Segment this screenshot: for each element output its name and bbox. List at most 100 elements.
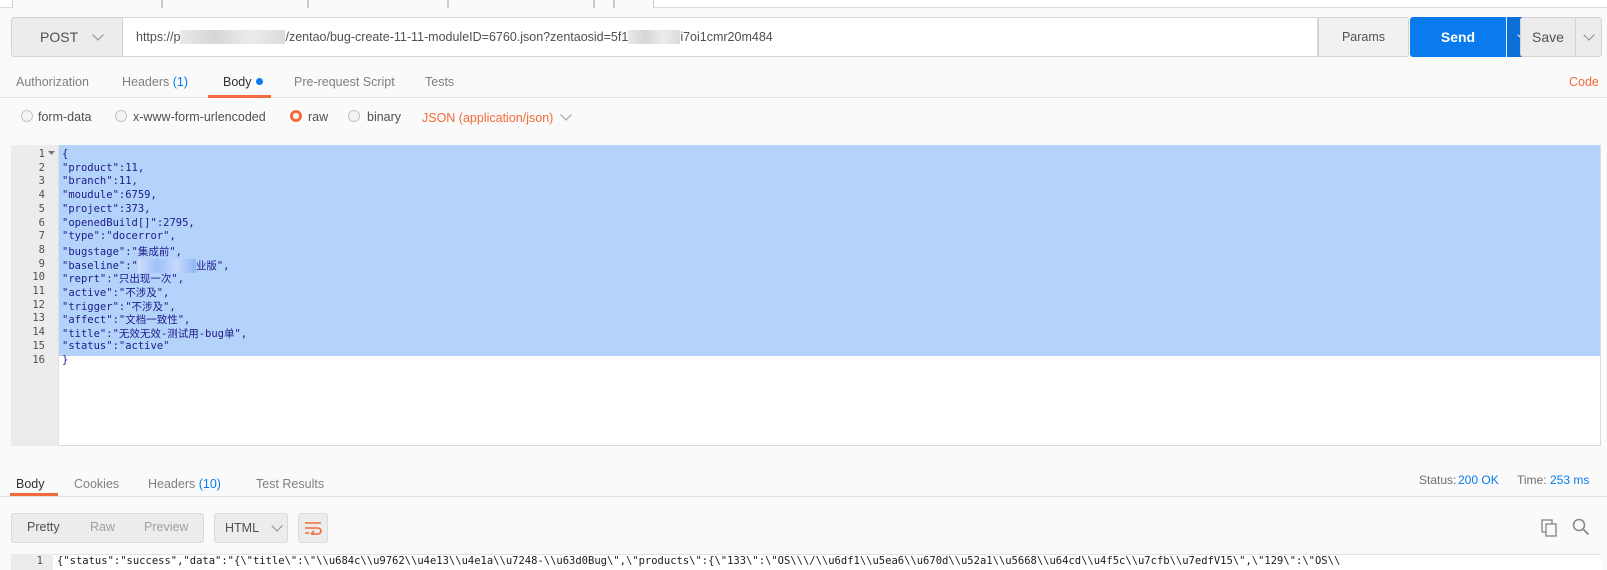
line-number: 2 [38, 161, 45, 174]
code-line: "type":"docerror", [62, 230, 176, 242]
request-tab[interactable] [448, 0, 594, 8]
code-line-text: "openedBuild[]":2795, [62, 216, 195, 229]
method-label: POST [40, 29, 79, 45]
response-tab-body[interactable]: Body [16, 477, 45, 491]
code-line: "branch":11, [62, 175, 138, 187]
tab-tests[interactable]: Tests [425, 75, 454, 89]
response-tab-cookies[interactable]: Cookies [74, 477, 119, 491]
response-line-number: 1 [36, 555, 43, 567]
time-value: 253 ms [1550, 473, 1590, 487]
chevron-down-icon [271, 519, 283, 532]
option-form-data-label[interactable]: form-data [38, 110, 92, 124]
headers-count: (1) [172, 75, 189, 89]
option-raw-label[interactable]: raw [308, 110, 328, 124]
send-button[interactable]: Send [1410, 17, 1506, 57]
method-select[interactable]: POST [11, 17, 123, 57]
raw-button[interactable]: Raw [90, 520, 115, 534]
response-headers-count: (10) [198, 477, 221, 491]
line-number: 4 [38, 189, 45, 202]
active-tab-indicator [208, 95, 271, 98]
code-line-text: "status":"active" [62, 339, 170, 352]
response-code-line: {"status":"success","data":"{\"title\":\… [57, 555, 1341, 567]
code-line: "status":"active" [62, 340, 169, 352]
code-line-text: "project":373, [62, 202, 151, 215]
code-line-text: "baseline":" [62, 259, 138, 272]
code-line: } [62, 354, 68, 366]
modified-dot-icon [255, 78, 263, 86]
tab-headers-label: Headers [122, 75, 170, 89]
time-label: Time: [1517, 473, 1547, 487]
url-text-end: i7oi1cmr20m484 [680, 30, 773, 44]
tab-authorization[interactable]: Authorization [16, 75, 89, 89]
wrap-lines-button[interactable] [298, 513, 328, 543]
code-link[interactable]: Code [1569, 75, 1599, 89]
code-line: "openedBuild[]":2795, [62, 217, 195, 229]
code-line-text: "product":11, [62, 161, 145, 174]
save-dropdown-button[interactable] [1576, 17, 1602, 57]
code-line: { [62, 148, 68, 160]
fold-arrow-icon[interactable] [48, 150, 55, 156]
code-line-text: "active":"不涉及", [62, 287, 170, 299]
tab-body-label: Body [223, 75, 252, 89]
line-number: 6 [38, 216, 45, 229]
line-number: 9 [38, 257, 45, 270]
option-binary-label[interactable]: binary [367, 110, 401, 124]
format-label: HTML [225, 521, 260, 535]
line-number: 7 [38, 230, 45, 243]
pretty-button[interactable]: Pretty [27, 520, 60, 534]
search-icon[interactable] [1572, 518, 1590, 536]
code-line-text: 业版", [195, 259, 230, 272]
line-number: 15 [32, 339, 45, 352]
radio-raw[interactable] [290, 110, 302, 122]
content-type-select[interactable]: JSON (application/json) [422, 111, 553, 125]
status-value: 200 OK [1458, 473, 1499, 487]
line-number: 10 [32, 271, 45, 284]
line-number: 16 [32, 353, 45, 366]
code-line-text: { [62, 148, 69, 160]
radio-urlencoded[interactable] [115, 110, 127, 122]
line-number: 5 [38, 202, 45, 215]
code-line-text: "moudule":6759, [62, 189, 157, 202]
code-line-text: "reprt":"只出现一次", [62, 273, 185, 286]
response-tab-test-results[interactable]: Test Results [256, 477, 324, 491]
request-tab[interactable] [308, 0, 448, 8]
new-tab-button[interactable] [594, 0, 614, 8]
line-number: 3 [38, 175, 45, 188]
line-number: 1 [38, 148, 45, 160]
url-text-start: https://p [136, 30, 181, 44]
tab-body[interactable]: Body [223, 75, 263, 89]
params-button[interactable]: Params [1318, 17, 1409, 57]
format-select[interactable]: HTML [214, 513, 288, 543]
code-line-text: "affect":"文档一致性", [62, 314, 191, 327]
line-number: 14 [32, 326, 45, 339]
divider [0, 496, 1607, 497]
wrap-icon [305, 522, 322, 535]
preview-button[interactable]: Preview [144, 520, 188, 534]
request-tab[interactable] [162, 0, 308, 8]
chevron-down-icon [560, 109, 572, 121]
response-headers-label: Headers [148, 477, 196, 491]
chevron-down-icon [92, 28, 104, 41]
code-line-text: "bugstage":"集成前", [62, 245, 183, 258]
line-number: 8 [38, 243, 45, 256]
tab-prerequest-script[interactable]: Pre-request Script [294, 75, 395, 89]
text-selection [59, 145, 1600, 356]
radio-form-data[interactable] [21, 110, 33, 122]
response-tab-headers[interactable]: Headers (10) [148, 477, 221, 491]
option-urlencoded-label[interactable]: x-www-form-urlencoded [133, 110, 266, 124]
code-line-text: "title":"无效无效-测试用-bug单", [62, 328, 248, 341]
save-button[interactable]: Save [1520, 17, 1576, 57]
url-input[interactable]: https://p /zentao/bug-create-11-11-modul… [123, 17, 1318, 57]
tab-headers[interactable]: Headers (1) [122, 75, 188, 89]
line-number: 11 [32, 285, 45, 297]
copy-icon[interactable] [1541, 519, 1557, 537]
chevron-down-icon [1582, 29, 1595, 41]
tab-overflow[interactable] [614, 0, 654, 8]
redacted-blur [180, 30, 286, 44]
code-line-text: } [62, 353, 69, 366]
postman-window: POST https://p /zentao/bug-create-11-11-… [0, 0, 1607, 570]
line-number: 12 [32, 298, 45, 311]
radio-binary[interactable] [348, 110, 360, 122]
request-tab[interactable] [12, 0, 162, 8]
url-text-middle: /zentao/bug-create-11-11-moduleID=6760.j… [285, 30, 629, 44]
